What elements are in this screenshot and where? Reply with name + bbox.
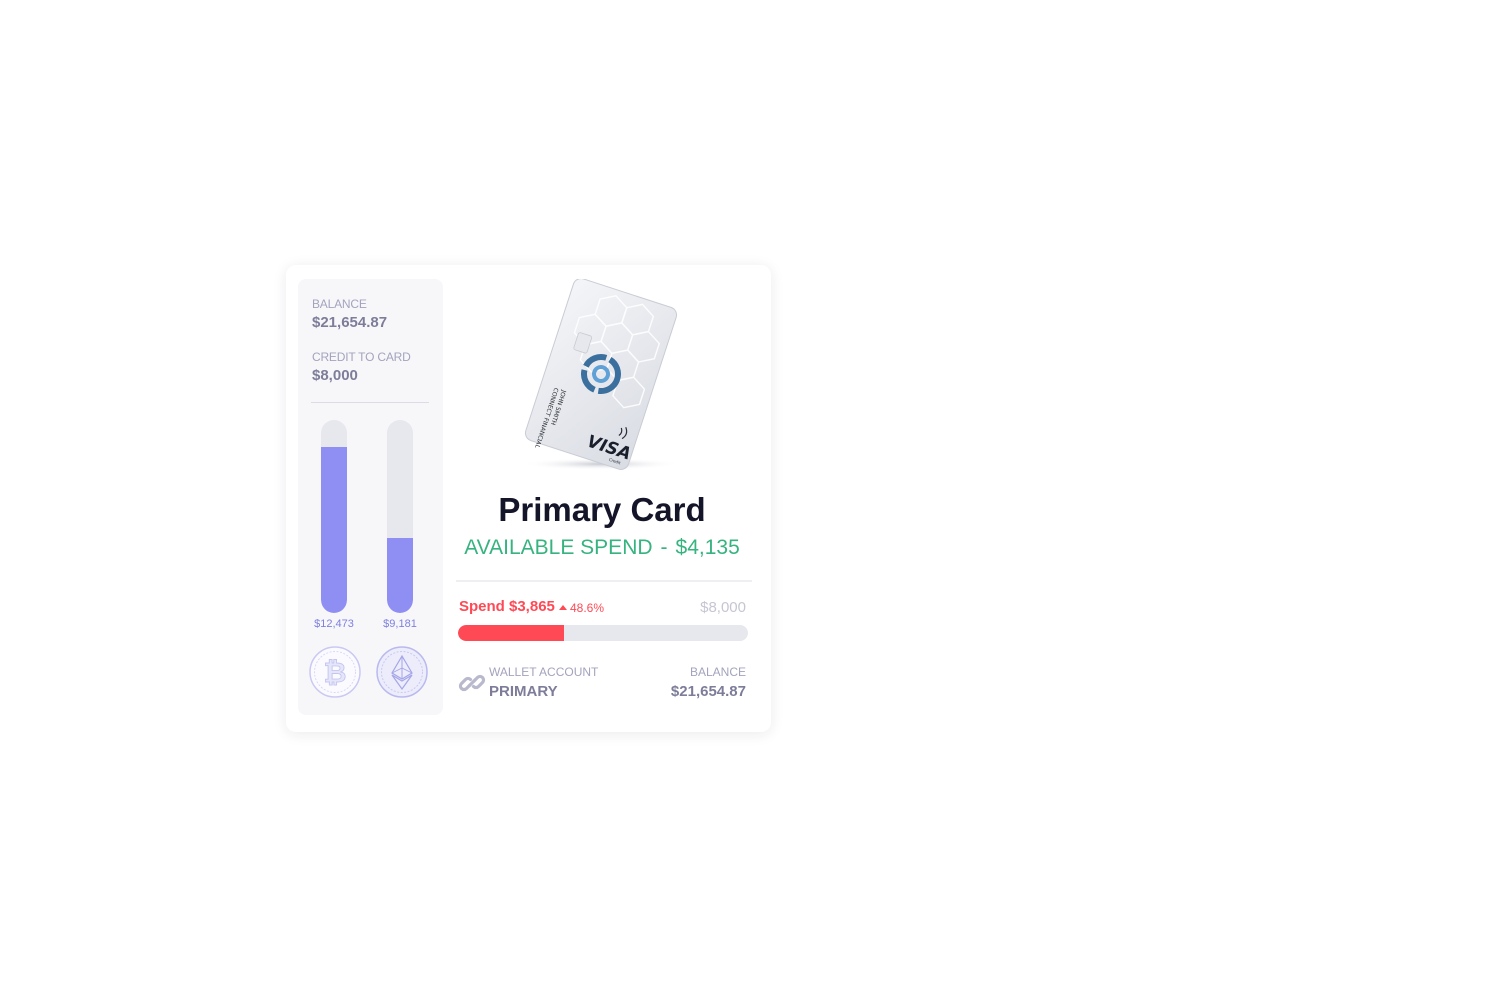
available-spend-label: AVAILABLE SPEND: [464, 536, 653, 559]
ethereum-level-bar: [387, 420, 413, 613]
divider: [311, 402, 429, 403]
spend-progress-fill: [458, 625, 564, 641]
spend-change-value: 48.6%: [570, 601, 605, 615]
ethereum-value: $9,181: [383, 618, 417, 630]
credit-to-card-value: $8,000: [312, 367, 358, 384]
credit-to-card-label: CREDIT TO CARD: [312, 350, 411, 364]
spend-limit: $8,000: [700, 599, 746, 616]
spend-change: 48.6%: [559, 601, 604, 615]
bitcoin-icon[interactable]: ₿: [309, 646, 361, 698]
link-icon[interactable]: [458, 669, 486, 697]
divider: [456, 580, 752, 582]
available-spend-value: $4,135: [675, 536, 740, 559]
balance-label: BALANCE: [312, 297, 367, 311]
spend-progress-bar: [458, 625, 748, 641]
spend-label: Spend $3,865: [459, 598, 555, 615]
bitcoin-value: $12,473: [314, 618, 354, 630]
credit-card-image: CONNECT FINANCIAL JOHN SMITH VISA Credit: [521, 279, 681, 470]
bitcoin-level-bar: [321, 420, 347, 613]
bitcoin-level-fill: [321, 447, 347, 613]
ethereum-level-fill: [387, 537, 413, 613]
ethereum-icon[interactable]: [376, 646, 428, 698]
card-widget: BALANCE $21,654.87 CREDIT TO CARD $8,000…: [286, 265, 771, 732]
wallet-account-label: WALLET ACCOUNT: [489, 665, 599, 679]
wallet-balance-label: BALANCE: [689, 665, 746, 679]
wallet-balance-value: $21,654.87: [670, 683, 746, 700]
card-title: Primary Card: [498, 491, 706, 528]
available-spend: AVAILABLE SPEND - $4,135: [456, 536, 748, 560]
wallet-account-value[interactable]: PRIMARY: [489, 683, 558, 700]
svg-text:₿: ₿: [324, 656, 347, 689]
arrow-up-icon: [559, 605, 567, 610]
balance-value: $21,654.87: [312, 314, 388, 331]
available-spend-separator: -: [660, 536, 668, 559]
crypto-balance-panel: BALANCE $21,654.87 CREDIT TO CARD $8,000…: [298, 279, 443, 715]
